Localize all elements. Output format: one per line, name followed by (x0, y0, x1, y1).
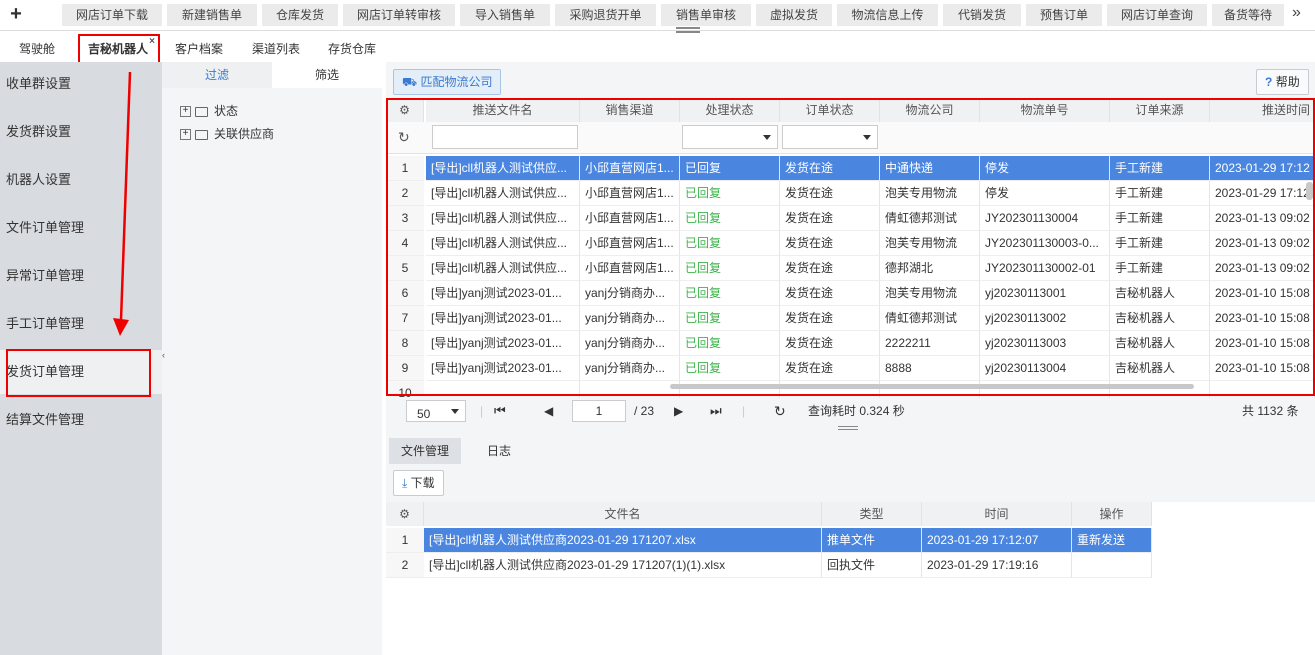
table-cell[interactable] (1072, 553, 1152, 578)
topnav-button[interactable]: 代销发货 (943, 4, 1021, 26)
sidebar-item[interactable]: 发货群设置 (0, 110, 162, 154)
table-cell[interactable]: 回执文件 (822, 553, 922, 578)
row-number: 2 (386, 553, 424, 578)
topnav-button[interactable]: 新建销售单 (167, 4, 257, 26)
page-input[interactable]: 1 (572, 400, 626, 422)
truck-icon: ⛟ (402, 75, 418, 89)
tab-filter[interactable]: 过滤 (162, 62, 272, 88)
help-button[interactable]: ? 帮助 (1256, 69, 1309, 95)
filter-panel: 过滤 筛选 + 状态 + 关联供应商 (162, 62, 382, 655)
more-icon[interactable]: » (1292, 4, 1301, 22)
tab-file-management[interactable]: 文件管理 (389, 438, 461, 464)
next-page-icon[interactable]: ▶ (674, 398, 683, 424)
highlight-box (6, 349, 151, 397)
drag-handle-icon[interactable] (676, 27, 700, 33)
topnav-button[interactable]: 仓库发货 (262, 4, 338, 26)
total-pages: / 23 (634, 404, 655, 418)
help-icon: ? (1265, 75, 1273, 89)
row-number: 1 (386, 528, 424, 553)
sidebar-item[interactable]: 异常订单管理 (0, 254, 162, 298)
topnav-button[interactable]: 网店订单转审核 (343, 4, 455, 26)
column-header[interactable]: 操作 (1072, 502, 1152, 526)
highlight-box (386, 98, 1315, 396)
topnav-button[interactable]: 网店订单下载 (62, 4, 162, 26)
first-page-icon[interactable]: ⏮ (494, 398, 506, 424)
button-label: 帮助 (1275, 75, 1300, 89)
prev-page-icon[interactable]: ◀ (544, 398, 553, 424)
download-icon: ⤓ (402, 476, 408, 490)
grid-settings-icon[interactable]: ⚙ (386, 502, 424, 526)
column-header[interactable]: 类型 (822, 502, 922, 526)
column-header[interactable]: 时间 (922, 502, 1072, 526)
collapse-handle-icon[interactable]: ‹ (162, 350, 168, 372)
match-logistics-button[interactable]: ⛟ 匹配物流公司 (393, 69, 502, 95)
splitter-handle-icon[interactable] (838, 426, 858, 430)
table-cell[interactable]: 2023-01-29 17:12:07 (922, 528, 1072, 553)
topnav-button[interactable]: 导入销售单 (460, 4, 550, 26)
top-toolbar: + 网店订单下载 新建销售单 仓库发货 网店订单转审核 导入销售单 采购退货开单… (0, 0, 1315, 33)
sidebar-item[interactable]: 结算文件管理 (0, 398, 162, 442)
tree-node-supplier[interactable]: + 关联供应商 (180, 125, 274, 142)
sidebar-item[interactable]: 手工订单管理 (0, 302, 162, 346)
last-page-icon[interactable]: ⏭ (710, 398, 722, 424)
reload-icon[interactable]: ↻ (774, 398, 786, 424)
table-cell[interactable]: [导出]cll机器人测试供应商2023-01-29 171207.xlsx (424, 528, 822, 553)
button-label: 匹配物流公司 (420, 75, 493, 89)
sidebar-item[interactable]: 机器人设置 (0, 158, 162, 202)
main-area: ⛟ 匹配物流公司 ? 帮助 ⚙ 推送文件名 销售渠道 处理状态 订单状态 物流公… (386, 62, 1315, 655)
page-size-select[interactable]: 50 (406, 400, 466, 422)
expand-icon[interactable]: + (180, 106, 191, 118)
table-cell[interactable]: 推单文件 (822, 528, 922, 553)
tab-screen[interactable]: 筛选 (272, 62, 382, 88)
topnav-button[interactable]: 物流信息上传 (837, 4, 938, 26)
expand-icon[interactable]: + (180, 129, 191, 141)
main-toolbar: ⛟ 匹配物流公司 ? 帮助 (386, 62, 1315, 98)
tab-channel-list[interactable]: 渠道列表 (240, 36, 312, 62)
topnav-button[interactable]: 虚拟发货 (756, 4, 832, 26)
page-size-value: 50 (417, 407, 431, 421)
download-button[interactable]: ⤓ 下载 (393, 470, 444, 496)
button-label: 下载 (410, 476, 435, 490)
sidebar-item[interactable]: 文件订单管理 (0, 206, 162, 250)
divider: | (480, 404, 484, 418)
divider: | (742, 404, 746, 418)
folder-icon (195, 106, 208, 117)
tree-node-status[interactable]: + 状态 (180, 102, 238, 119)
table-cell[interactable]: 2023-01-29 17:19:16 (922, 553, 1072, 578)
tree-label: 关联供应商 (214, 127, 275, 141)
topnav-button[interactable]: 网店订单查询 (1107, 4, 1207, 26)
sidebar-item[interactable]: 收单群设置 (0, 62, 162, 106)
add-icon[interactable]: + (6, 3, 26, 26)
file-grid: ⚙ 文件名 类型 时间 操作 1 [导出]cll机器人测试供应商2023-01-2… (386, 502, 1315, 655)
column-header[interactable]: 文件名 (424, 502, 822, 526)
tree-label: 状态 (214, 104, 239, 118)
topnav-button[interactable]: 采购退货开单 (555, 4, 656, 26)
query-time: 查询耗时 0.324 秒 (808, 404, 905, 418)
tab-customer-archive[interactable]: 客户档案 (164, 36, 234, 62)
tab-log[interactable]: 日志 (464, 438, 534, 464)
topnav-button[interactable]: 销售单审核 (661, 4, 751, 26)
annotation-arrow (113, 71, 132, 336)
tab-inventory-warehouse[interactable]: 存货仓库 (316, 36, 388, 62)
table-cell[interactable]: [导出]cll机器人测试供应商2023-01-29 171207(1)(1).x… (424, 553, 822, 578)
tab-bar: 驾驶舱 吉秘机器人 × 客户档案 渠道列表 存货仓库 (0, 36, 386, 62)
tab-dashboard[interactable]: 驾驶舱 (2, 36, 72, 62)
folder-icon (195, 129, 208, 140)
total-count: 共 1132 条 (1242, 404, 1299, 418)
pagination: 50 | ⏮ ◀ 1 / 23 ▶ ⏭ | ↻ 查询耗时 0.324 秒 共 1… (386, 398, 1315, 424)
topnav-button[interactable]: 预售订单 (1026, 4, 1102, 26)
topnav-button[interactable]: 备货等待 (1212, 4, 1284, 26)
table-cell[interactable]: 重新发送 (1072, 528, 1152, 553)
